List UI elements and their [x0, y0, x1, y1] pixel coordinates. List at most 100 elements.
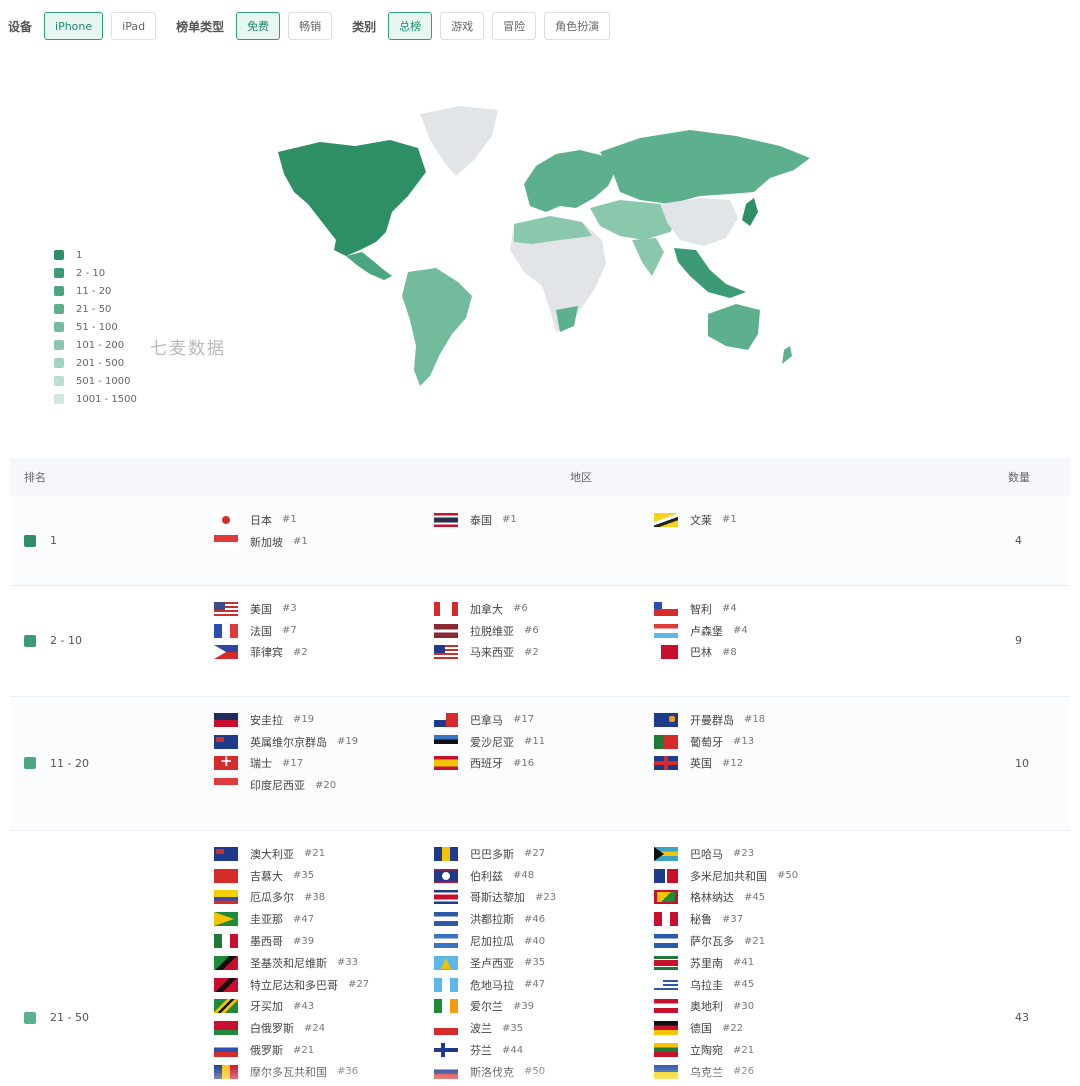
country-item[interactable]: 安圭拉 #19	[214, 709, 434, 731]
country-item[interactable]: 菲律宾 #2	[214, 642, 434, 664]
country-item[interactable]: 爱沙尼亚 #11	[434, 731, 654, 753]
country-item[interactable]: 马来西亚 #2	[434, 642, 654, 664]
country-item[interactable]: 哥斯达黎加 #23	[434, 887, 654, 909]
country-item[interactable]: 波兰 #35	[434, 1017, 654, 1039]
country-item[interactable]: 日本 #1	[214, 509, 434, 531]
map-region-new-zealand[interactable]	[782, 346, 792, 364]
map-region-japan[interactable]	[742, 198, 758, 226]
map-region-europe[interactable]	[524, 150, 616, 212]
legend-item[interactable]: 1	[54, 246, 137, 264]
country-item[interactable]: 危地马拉 #47	[434, 974, 654, 996]
country-item[interactable]: 爱尔兰 #39	[434, 996, 654, 1018]
category-option-overall[interactable]: 总榜	[388, 12, 433, 40]
legend-item[interactable]: 101 - 200	[54, 336, 137, 354]
map-region-southeast-asia[interactable]	[674, 248, 746, 298]
legend-item[interactable]: 51 - 100	[54, 318, 137, 336]
list-type-option-free[interactable]: 免费	[236, 12, 281, 40]
country-item[interactable]: 奥地利 #30	[654, 996, 874, 1018]
country-item[interactable]: 拉脱维亚 #6	[434, 620, 654, 642]
country-item[interactable]: 多米尼加共和国 #50	[654, 865, 874, 887]
country-rank: #36	[337, 1066, 359, 1078]
category-option-games[interactable]: 游戏	[440, 12, 485, 40]
region-column: 巴巴多斯 #27 伯利兹 #48 哥斯达黎加 #23 洪都拉斯 #46 尼加拉瓜 #40 圣卢西亚 #…	[434, 843, 654, 1083]
device-option-ipad[interactable]: iPad	[111, 12, 157, 40]
list-type-option-grossing[interactable]: 畅销	[288, 12, 333, 40]
country-item[interactable]: 卢森堡 #4	[654, 620, 874, 642]
country-item[interactable]: 芬兰 #44	[434, 1039, 654, 1061]
table-row: 1 日本 #1 新加坡 #1 泰国 #1 文莱 #1 4	[10, 497, 1070, 586]
country-item[interactable]: 特立尼达和多巴哥 #27	[214, 974, 434, 996]
country-item[interactable]: 文莱 #1	[654, 509, 874, 531]
country-item[interactable]: 吉慕大 #35	[214, 865, 434, 887]
map-region-north-america[interactable]	[278, 140, 426, 256]
country-rank: #17	[513, 714, 535, 726]
legend-item[interactable]: 1001 - 1500	[54, 390, 137, 408]
country-item[interactable]: 格林纳达 #45	[654, 887, 874, 909]
country-item[interactable]: 法国 #7	[214, 620, 434, 642]
legend-label: 101 - 200	[76, 339, 125, 351]
flag-icon	[654, 712, 678, 727]
device-option-iphone[interactable]: iPhone	[44, 12, 104, 40]
country-name: 秘鲁	[690, 913, 712, 927]
country-item[interactable]: 巴哈马 #23	[654, 843, 874, 865]
country-item[interactable]: 伯利兹 #48	[434, 865, 654, 887]
country-item[interactable]: 圣卢西亚 #35	[434, 952, 654, 974]
legend-item[interactable]: 21 - 50	[54, 300, 137, 318]
country-item[interactable]: 秘鲁 #37	[654, 908, 874, 930]
country-item[interactable]: 澳大利亚 #21	[214, 843, 434, 865]
country-item[interactable]: 英国 #12	[654, 753, 874, 775]
country-item[interactable]: 印度尼西亚 #20	[214, 774, 434, 796]
country-item[interactable]: 加拿大 #6	[434, 598, 654, 620]
country-item[interactable]: 苏里南 #41	[654, 952, 874, 974]
country-item[interactable]: 巴巴多斯 #27	[434, 843, 654, 865]
country-item[interactable]: 英属维尔京群岛 #19	[214, 731, 434, 753]
map-region-china[interactable]	[660, 198, 738, 246]
country-rank: #1	[502, 514, 517, 526]
country-item[interactable]: 乌拉圭 #45	[654, 974, 874, 996]
country-item[interactable]: 圣基茨和尼维斯 #33	[214, 952, 434, 974]
country-item[interactable]: 洪都拉斯 #46	[434, 908, 654, 930]
count-cell: 4	[1015, 534, 1022, 547]
legend-item[interactable]: 2 - 10	[54, 264, 137, 282]
country-name: 巴哈马	[690, 847, 723, 861]
country-item[interactable]: 尼加拉瓜 #40	[434, 930, 654, 952]
country-item[interactable]: 泰国 #1	[434, 509, 654, 531]
legend-item[interactable]: 11 - 20	[54, 282, 137, 300]
country-item[interactable]: 葡萄牙 #13	[654, 731, 874, 753]
region-column: 泰国 #1	[434, 509, 654, 553]
country-item[interactable]: 西班牙 #16	[434, 753, 654, 775]
country-rank: #23	[733, 848, 755, 860]
map-region-south-america[interactable]	[402, 268, 472, 386]
map-region-south-africa[interactable]	[556, 306, 578, 332]
country-item[interactable]: 瑞士 #17	[214, 753, 434, 775]
country-item[interactable]: 智利 #4	[654, 598, 874, 620]
country-item[interactable]: 墨西哥 #39	[214, 930, 434, 952]
map-region-russia[interactable]	[600, 130, 810, 204]
map-region-india[interactable]	[632, 238, 664, 276]
country-item[interactable]: 乌克兰 #26	[654, 1061, 874, 1083]
country-item[interactable]: 白俄罗斯 #24	[214, 1017, 434, 1039]
country-item[interactable]: 新加坡 #1	[214, 531, 434, 553]
legend-item[interactable]: 201 - 500	[54, 354, 137, 372]
world-ranking-map[interactable]	[260, 100, 820, 400]
category-option-rpg[interactable]: 角色扮演	[544, 12, 611, 40]
country-item[interactable]: 巴林 #8	[654, 642, 874, 664]
country-item[interactable]: 萨尔瓦多 #21	[654, 930, 874, 952]
category-option-adventure[interactable]: 冒险	[492, 12, 537, 40]
country-item[interactable]: 美国 #3	[214, 598, 434, 620]
country-item[interactable]: 圭亚那 #47	[214, 908, 434, 930]
country-rank: #26	[733, 1066, 755, 1078]
map-region-central-america[interactable]	[346, 252, 392, 280]
map-region-greenland[interactable]	[420, 106, 498, 176]
legend-item[interactable]: 501 - 1000	[54, 372, 137, 390]
country-item[interactable]: 开曼群岛 #18	[654, 709, 874, 731]
country-item[interactable]: 摩尔多瓦共和国 #36	[214, 1061, 434, 1083]
country-item[interactable]: 德国 #22	[654, 1017, 874, 1039]
country-item[interactable]: 牙买加 #43	[214, 996, 434, 1018]
country-item[interactable]: 立陶宛 #21	[654, 1039, 874, 1061]
country-item[interactable]: 斯洛伐克 #50	[434, 1061, 654, 1083]
country-item[interactable]: 俄罗斯 #21	[214, 1039, 434, 1061]
country-item[interactable]: 巴拿马 #17	[434, 709, 654, 731]
map-region-australia[interactable]	[708, 304, 760, 350]
country-item[interactable]: 厄瓜多尔 #38	[214, 887, 434, 909]
